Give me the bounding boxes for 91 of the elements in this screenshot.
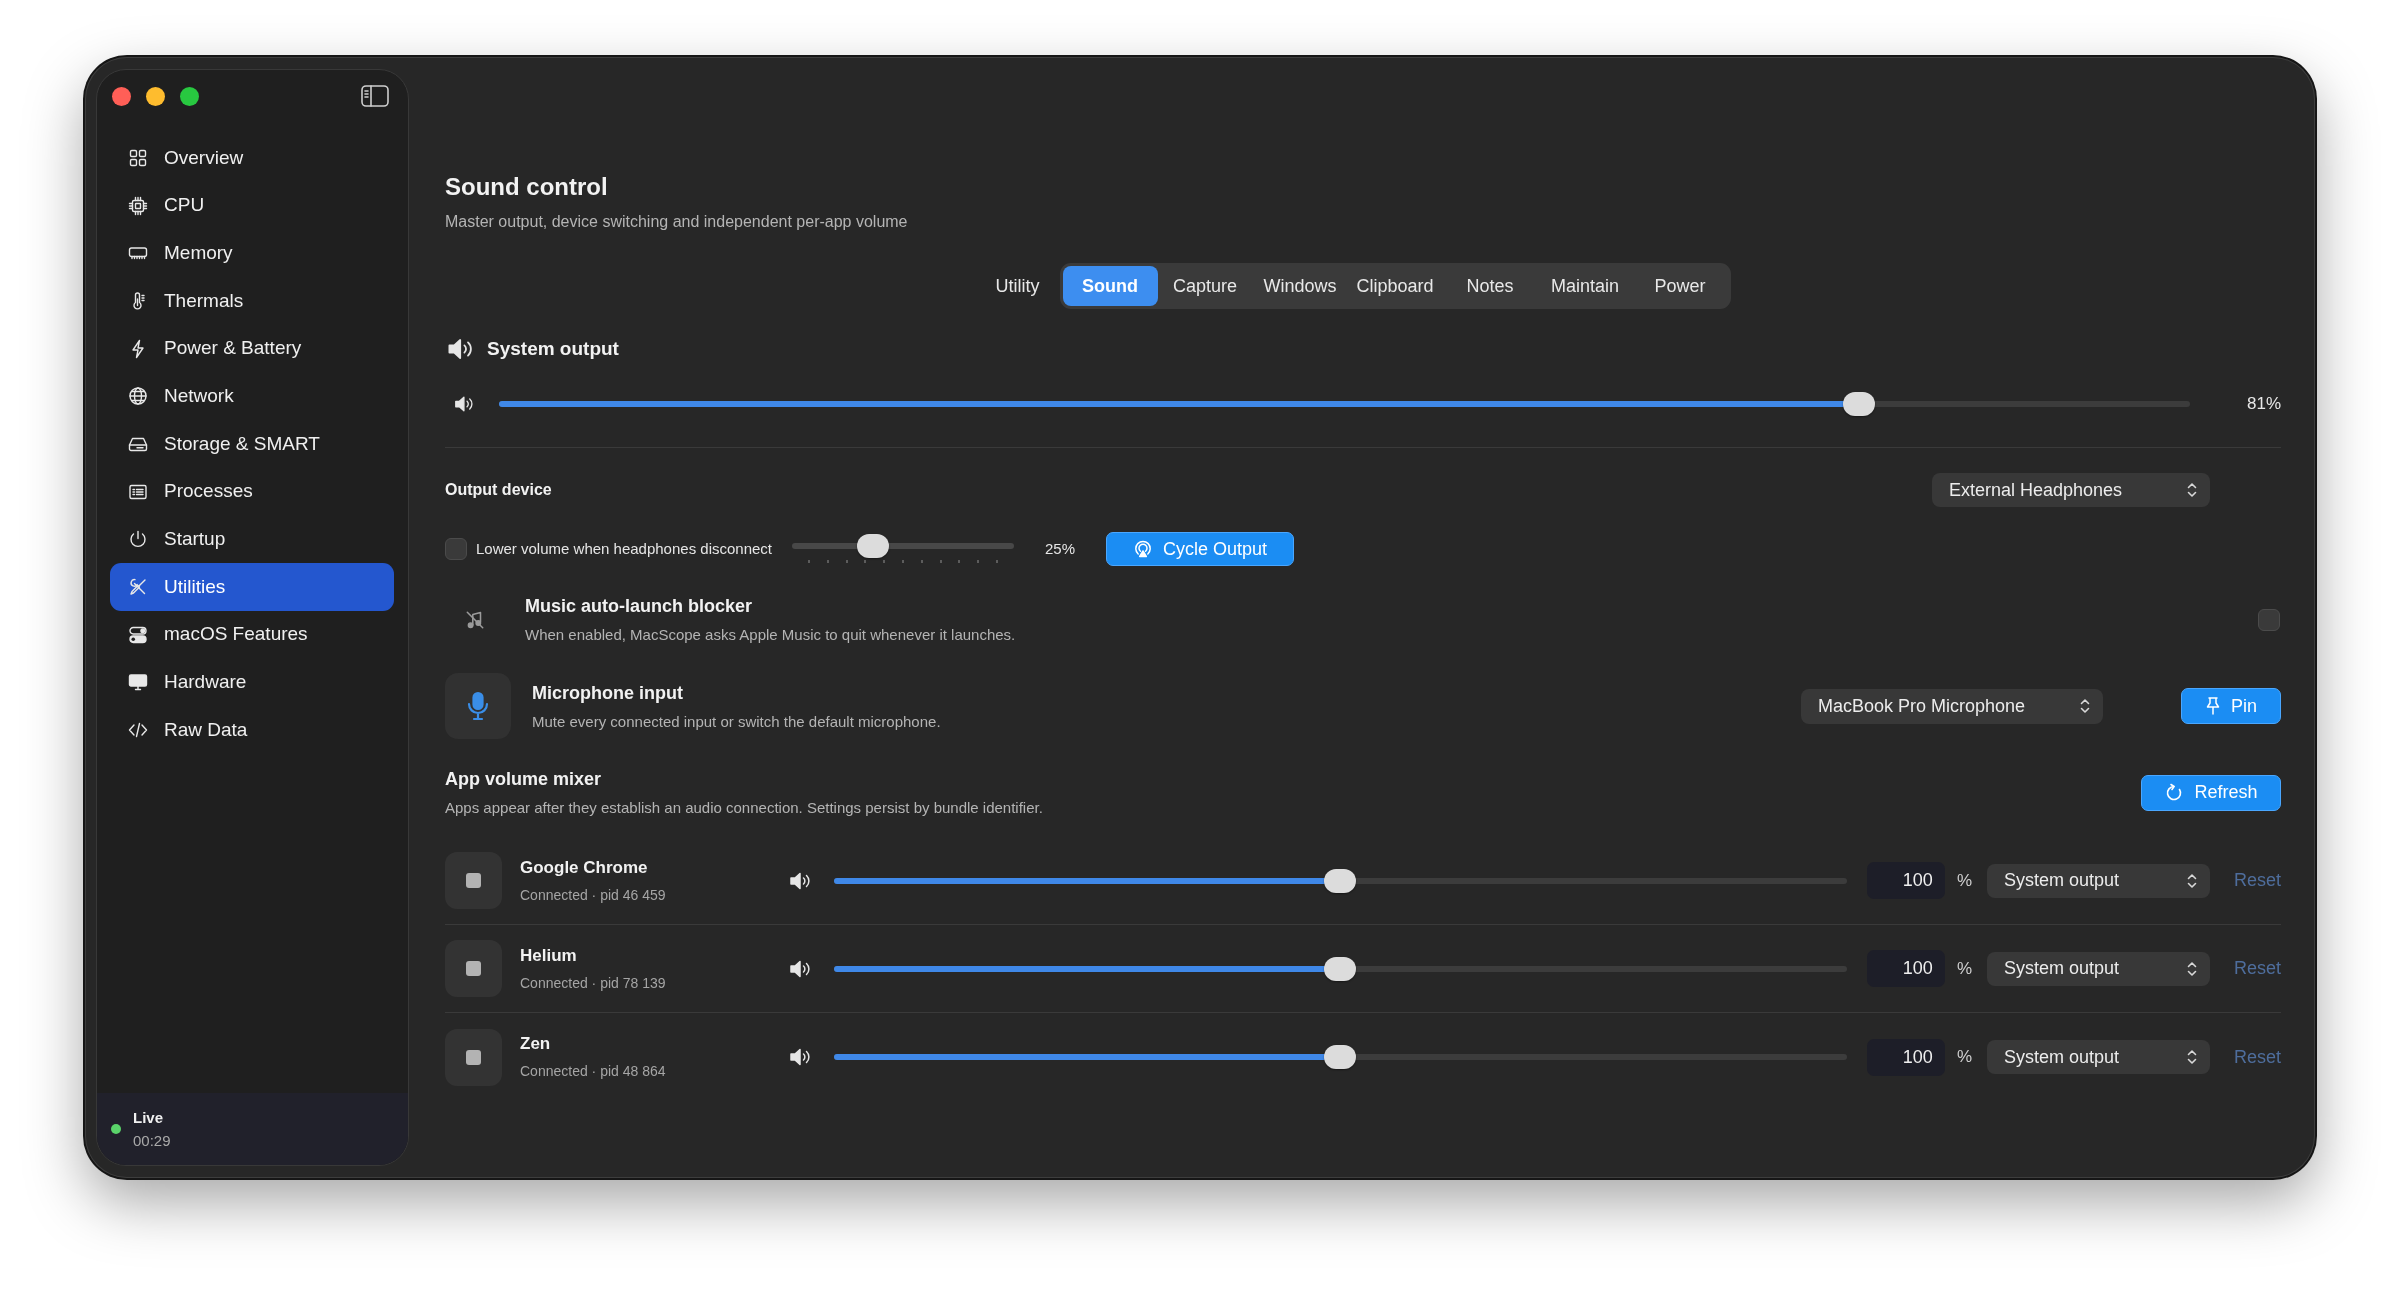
dropdown[interactable]: External Headphones — [1932, 473, 2210, 507]
volume-slider[interactable] — [834, 868, 1847, 893]
sidebar-item[interactable]: Memory — [110, 229, 394, 278]
volume-input[interactable]: 100 — [1866, 1038, 1945, 1076]
updown-chevron-icon — [2079, 697, 2091, 715]
volume-reading: 81% — [2245, 393, 2281, 416]
app-icon — [445, 940, 502, 997]
checkbox[interactable] — [2258, 608, 2280, 631]
status-dot-icon — [111, 1124, 121, 1134]
power-icon — [128, 529, 148, 550]
sidebar-item[interactable]: Network — [110, 372, 394, 421]
tools-icon — [128, 577, 148, 598]
minimize-button[interactable] — [146, 86, 165, 106]
pin-icon — [2205, 696, 2221, 716]
app-icon — [445, 1028, 502, 1086]
volume-reading: 25% — [1045, 538, 1076, 559]
updown-chevron-icon — [2186, 481, 2198, 499]
dropdown[interactable]: System output — [1987, 951, 2210, 986]
app-detail: Connected · pid 46 459 — [520, 885, 667, 905]
sidebar-item[interactable]: Startup — [110, 515, 394, 564]
sidebar-item[interactable]: Overview — [110, 134, 394, 182]
toggles-icon — [128, 624, 148, 645]
elapsed-time: 00:29 — [133, 1130, 171, 1151]
microphone-icon — [445, 673, 511, 739]
section-title: System output — [487, 336, 619, 361]
sidebar-item[interactable]: CPU — [110, 181, 394, 230]
app-name: Zen — [520, 1033, 552, 1055]
page-title: Sound control — [445, 172, 609, 202]
chip-icon — [128, 195, 148, 216]
checkbox[interactable] — [445, 538, 467, 560]
sidebar-item[interactable]: Raw Data — [110, 706, 394, 754]
feature-title: Music auto-launch blocker — [525, 595, 754, 618]
field-label: Output device — [445, 480, 552, 500]
tab[interactable]: Windows — [1252, 266, 1348, 306]
app-name: Helium — [520, 944, 578, 967]
picker-label: Utility — [995, 274, 1040, 298]
checkbox-label: Lower volume when headphones disconnect — [476, 538, 773, 559]
tab[interactable]: Capture — [1157, 266, 1253, 306]
sidebar-toggle-icon[interactable] — [361, 85, 389, 107]
app-icon — [445, 852, 502, 909]
speaker-icon — [453, 395, 473, 413]
tab[interactable]: Maintain — [1537, 266, 1633, 306]
volume-input[interactable]: 100 — [1866, 862, 1945, 899]
unit-label: % — [1956, 869, 1972, 892]
sidebar-item[interactable]: Utilities — [110, 563, 394, 611]
dropdown[interactable]: System output — [1987, 863, 2210, 898]
unit-label: % — [1956, 957, 1972, 980]
updown-chevron-icon — [2186, 959, 2198, 978]
close-button[interactable] — [112, 86, 131, 106]
grid-icon — [128, 147, 148, 168]
zoom-button[interactable] — [180, 86, 199, 106]
app-detail: Connected · pid 78 139 — [520, 973, 667, 993]
app-name: Google Chrome — [520, 856, 649, 879]
speaker-icon — [788, 1047, 810, 1067]
dropdown[interactable]: MacBook Pro Microphone — [1801, 688, 2103, 724]
volume-input[interactable]: 100 — [1866, 950, 1945, 987]
sidebar-item[interactable]: Storage & SMART — [110, 420, 394, 468]
updown-chevron-icon — [2186, 1048, 2198, 1066]
monitor-icon — [128, 672, 148, 693]
tab[interactable]: Notes — [1442, 266, 1538, 306]
volume-slider[interactable] — [499, 392, 2190, 416]
slider-thumb[interactable] — [856, 534, 889, 558]
tab[interactable]: Clipboard — [1347, 266, 1443, 306]
slider-thumb[interactable] — [1324, 1045, 1357, 1069]
updown-chevron-icon — [2186, 871, 2198, 890]
sidebar-item[interactable]: Thermals — [110, 277, 394, 325]
slider-thumb[interactable] — [1324, 956, 1357, 981]
speaker-icon — [788, 870, 810, 891]
dropdown[interactable]: System output — [1987, 1040, 2210, 1074]
slider-thumb[interactable] — [1842, 392, 1875, 416]
feature-description: Mute every connected input or switch the default microphone. — [532, 711, 941, 732]
section-description: Apps appear after they establish an audio connection. Settings persist by bundle identifier. — [445, 798, 1043, 818]
speaker-icon — [788, 958, 810, 979]
sidebar-item[interactable]: Hardware — [110, 658, 394, 707]
status-label: Live — [133, 1107, 164, 1128]
unit-label: % — [1956, 1046, 1972, 1069]
feature-title: Microphone input — [532, 681, 684, 705]
app-detail: Connected · pid 48 864 — [520, 1062, 667, 1081]
broadcast-icon — [1133, 539, 1154, 559]
slider-thumb[interactable] — [1324, 868, 1357, 893]
section-title: App volume mixer — [445, 768, 603, 791]
volume-slider[interactable] — [792, 534, 1015, 564]
sidebar-item[interactable]: Processes — [110, 467, 394, 516]
sidebar-item[interactable]: macOS Features — [110, 610, 394, 659]
globe-icon — [128, 386, 148, 407]
sidebar-item[interactable]: Power & Battery — [110, 324, 394, 373]
feature-description: When enabled, MacScope asks Apple Music to quit whenever it launches. — [525, 625, 1016, 645]
page-subtitle: Master output, device switching and independent per-app volume — [445, 212, 909, 232]
tab[interactable]: Power — [1632, 266, 1728, 306]
volume-slider[interactable] — [834, 1045, 1847, 1069]
volume-slider[interactable] — [834, 956, 1847, 981]
